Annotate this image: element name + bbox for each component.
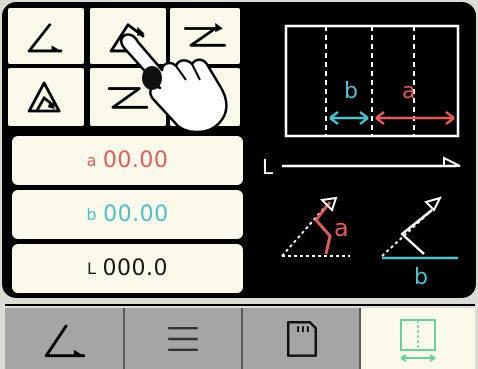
diagram-a-label: a xyxy=(402,79,415,104)
diagram-b-label: b xyxy=(344,79,358,104)
bottom-tab-bar xyxy=(5,304,475,369)
L-field-value: 000.0 xyxy=(102,256,168,281)
angle-icon xyxy=(44,324,86,358)
b-field-label: b xyxy=(86,205,98,224)
mode-zigzag-button[interactable] xyxy=(168,6,242,66)
touch-screen: a 00.00 b 00.00 L 000.0 b a L a b xyxy=(2,2,476,298)
diagram-L-label: L xyxy=(262,155,274,179)
a-value-field[interactable]: a 00.00 xyxy=(12,136,243,185)
menu-icon xyxy=(168,326,198,352)
angle-b-label: b xyxy=(414,265,428,290)
mode-angle-arrow-button[interactable] xyxy=(168,66,242,128)
b-value-field[interactable]: b 00.00 xyxy=(12,190,243,239)
a-field-label: a xyxy=(86,151,97,170)
mode-triangle-button[interactable] xyxy=(6,66,86,128)
measure-frame-icon xyxy=(400,319,436,362)
a-field-value: 00.00 xyxy=(102,148,169,173)
mode-z-shape-button[interactable] xyxy=(88,66,168,128)
angle-icon xyxy=(27,23,63,53)
b-field-value: 00.00 xyxy=(103,202,169,227)
mode-angle-button[interactable] xyxy=(6,6,86,66)
zigzag-icon xyxy=(184,22,226,47)
tab-angle[interactable] xyxy=(5,308,125,369)
measurement-diagram: b a L a b xyxy=(246,6,474,296)
tab-menu[interactable] xyxy=(125,308,243,369)
sd-card-icon xyxy=(286,321,317,357)
z-shape-icon xyxy=(107,87,149,109)
triangle-angle-icon xyxy=(27,81,61,113)
device-panel: a 00.00 b 00.00 L 000.0 b a L a b xyxy=(0,0,478,369)
L-value-field[interactable]: L 000.0 xyxy=(12,244,243,293)
angle-arrow-icon xyxy=(185,84,227,111)
tab-sd-card[interactable] xyxy=(243,308,361,369)
tab-measure[interactable] xyxy=(361,308,475,369)
L-field-label: L xyxy=(87,259,97,278)
angle-a-label: a xyxy=(334,214,349,242)
mode-angle-selected-button[interactable] xyxy=(88,6,168,66)
angle-selected-icon xyxy=(109,23,145,53)
